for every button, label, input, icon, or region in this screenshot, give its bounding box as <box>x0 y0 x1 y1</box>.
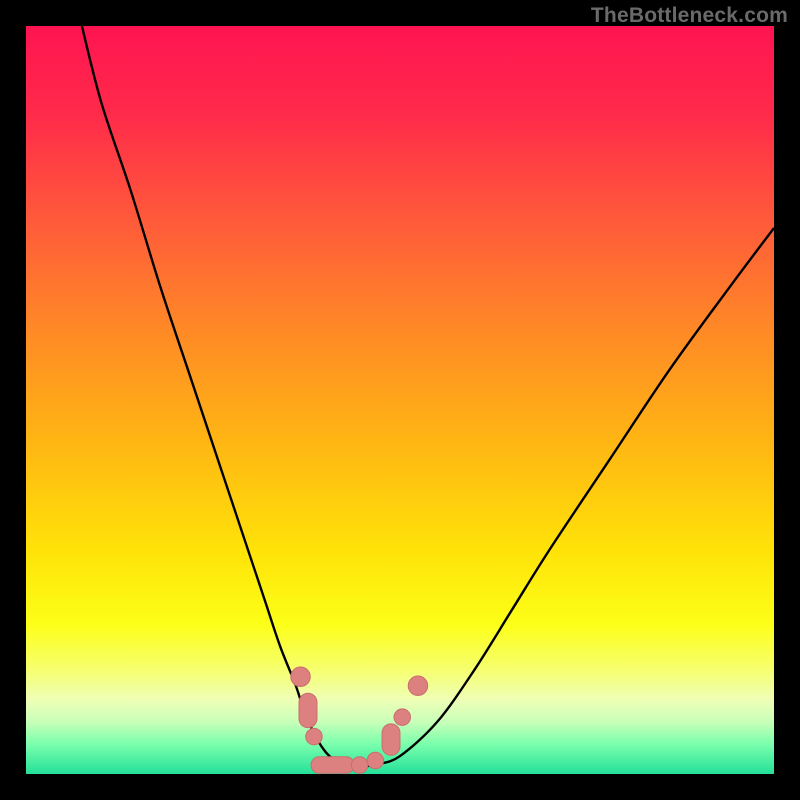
bottleneck-curve <box>26 26 774 774</box>
plot-area <box>26 26 774 774</box>
chart-frame: TheBottleneck.com <box>0 0 800 800</box>
watermark-text: TheBottleneck.com <box>591 4 788 28</box>
